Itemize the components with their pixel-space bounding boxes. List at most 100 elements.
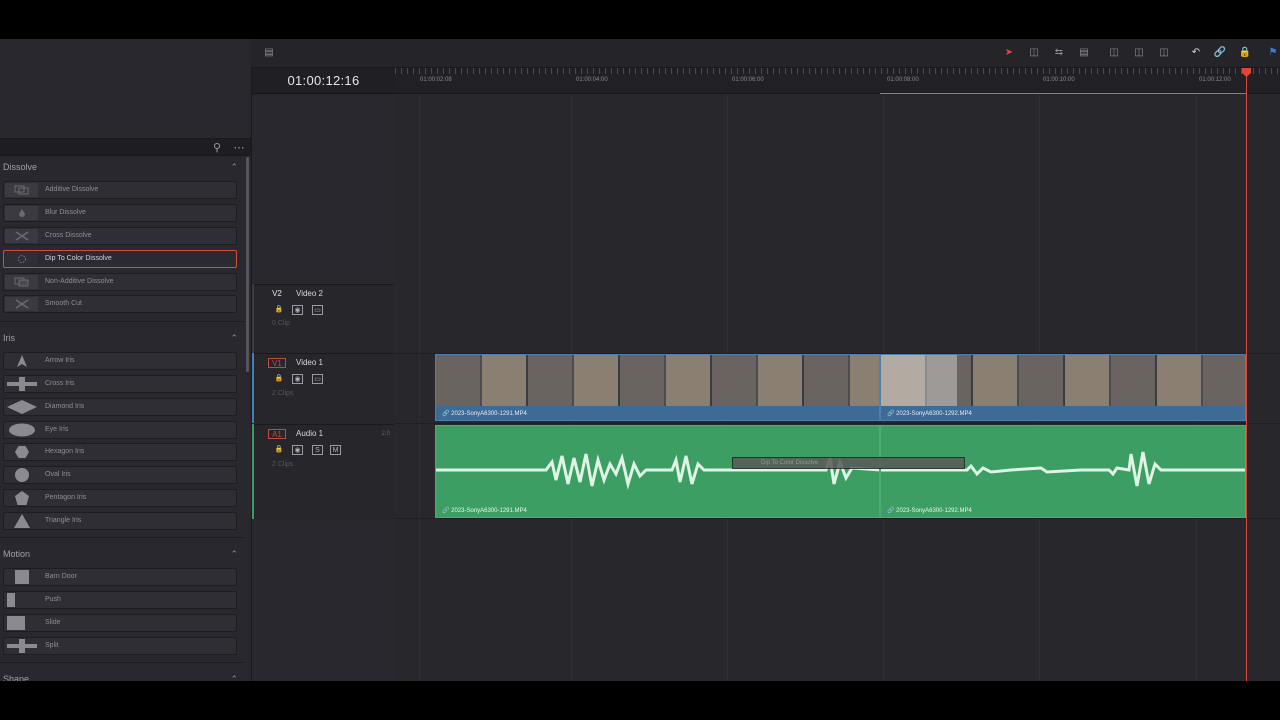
- lock-icon[interactable]: 🔒: [274, 305, 284, 315]
- effects-scrollbar[interactable]: [246, 157, 249, 372]
- disable-track-icon[interactable]: ▭: [312, 374, 323, 384]
- effect-item-hexagon-iris[interactable]: Hexagon Iris: [3, 443, 237, 461]
- timeline-toolbar: ▤ ➤ ◫ ⇆ ▤ ◫ ◫ ◫ ↶ 🔗 🔒 ⚑: [251, 39, 1280, 68]
- clip-count: 0 Clip: [272, 320, 290, 327]
- chevron-up-icon[interactable]: ⌃: [230, 330, 238, 346]
- chevron-up-icon[interactable]: ⌃: [230, 546, 238, 562]
- track-id[interactable]: A1: [268, 429, 286, 439]
- push-icon: [5, 593, 38, 607]
- effect-item-triangle-iris[interactable]: Triangle Iris: [3, 512, 237, 530]
- effect-label: Blur Dissolve: [45, 209, 86, 216]
- replace-clip-icon[interactable]: ◫: [1157, 47, 1171, 59]
- group-title-iris: Iris: [3, 333, 15, 343]
- split-icon: [5, 639, 38, 653]
- clip-count: 2 Clips: [272, 461, 294, 468]
- group-header-dissolve[interactable]: Dissolve ⌃: [0, 159, 244, 175]
- letterbox-bottom: [0, 681, 1280, 720]
- effect-label: Arrow Iris: [45, 357, 75, 364]
- effect-item-push[interactable]: Push: [3, 591, 237, 609]
- slide-icon: [5, 616, 38, 630]
- effect-label: Cross Iris: [45, 380, 75, 387]
- diamond-iris-icon: [5, 400, 38, 414]
- effect-item-blur-dissolve[interactable]: Blur Dissolve: [3, 204, 237, 222]
- effect-item-arrow-iris[interactable]: Arrow Iris: [3, 352, 237, 370]
- effect-item-oval-iris[interactable]: Oval Iris: [3, 466, 237, 484]
- hexagon-iris-icon: [5, 445, 38, 459]
- flag-icon[interactable]: ⚑: [1266, 47, 1280, 59]
- triangle-iris-icon: [5, 514, 38, 528]
- track-header-v1[interactable]: V1 Video 1 🔒 ◉ ▭ 2 Clips: [252, 353, 394, 423]
- clip-filename: 2023-SonyA6300-1291.MP4: [451, 411, 527, 417]
- audio-waveform: [881, 451, 1245, 487]
- overwrite-clip-icon[interactable]: ◫: [1132, 47, 1146, 59]
- lock-icon[interactable]: 🔒: [274, 445, 284, 455]
- effect-label: Cross Dissolve: [45, 232, 92, 239]
- cross-dissolve-icon: [5, 229, 38, 243]
- effect-item-smooth-cut[interactable]: Smooth Cut: [3, 295, 237, 313]
- effect-item-eye-iris[interactable]: Eye Iris: [3, 421, 237, 439]
- lock-icon[interactable]: 🔒: [274, 374, 284, 384]
- track-name[interactable]: Video 1: [296, 358, 323, 368]
- effect-label: Additive Dissolve: [45, 186, 99, 193]
- trim-icon[interactable]: ◫: [1027, 47, 1041, 59]
- effect-label: Eye Iris: [45, 426, 69, 433]
- playhead[interactable]: [1246, 68, 1247, 681]
- effect-item-slide[interactable]: Slide: [3, 614, 237, 632]
- in-out-range: [880, 93, 1246, 94]
- non-additive-dissolve-icon: [5, 275, 38, 289]
- auto-select-icon[interactable]: ◉: [292, 305, 303, 315]
- effect-label: Oval Iris: [45, 471, 71, 478]
- transition-dip-to-color[interactable]: Dip To Color Dissolve: [732, 457, 965, 469]
- video-clip[interactable]: 🔗 2023-SonyA6300-1292.MP4: [880, 354, 1246, 421]
- linked-selection-icon[interactable]: 🔗: [1213, 47, 1227, 59]
- effect-item-non-additive-dissolve[interactable]: Non-Additive Dissolve: [3, 273, 237, 291]
- insert-clip-icon[interactable]: ◫: [1107, 47, 1121, 59]
- selection-arrow-icon[interactable]: ➤: [1002, 47, 1016, 59]
- ruler-ticks: [395, 68, 1280, 74]
- blade-icon[interactable]: ▤: [1077, 47, 1091, 59]
- clip-name: 🔗 2023-SonyA6300-1292.MP4: [887, 506, 972, 516]
- track-header-a1[interactable]: A1 Audio 1 2.0 🔒 ◉ S M 2 Clips: [252, 424, 394, 519]
- current-timecode[interactable]: 01:00:12:16: [252, 68, 395, 94]
- mute-button[interactable]: M: [330, 445, 341, 455]
- grid-line: [419, 94, 420, 681]
- disable-track-icon[interactable]: ▭: [312, 305, 323, 315]
- effect-item-diamond-iris[interactable]: Diamond Iris: [3, 398, 237, 416]
- dynamic-trim-icon[interactable]: ⇆: [1052, 47, 1066, 59]
- chevron-up-icon[interactable]: ⌃: [230, 159, 238, 175]
- effect-item-additive-dissolve[interactable]: Additive Dissolve: [3, 181, 237, 199]
- effect-item-cross-dissolve[interactable]: Cross Dissolve: [3, 227, 237, 245]
- group-header-iris[interactable]: Iris ⌃: [0, 330, 244, 346]
- more-options-icon[interactable]: ⋯: [232, 141, 246, 155]
- effect-label: Barn Door: [45, 573, 77, 580]
- auto-select-icon[interactable]: ◉: [292, 445, 303, 455]
- blur-dissolve-icon: [5, 206, 38, 220]
- effect-item-pentagon-iris[interactable]: Pentagon Iris: [3, 489, 237, 507]
- effect-item-barn-door[interactable]: Barn Door: [3, 568, 237, 586]
- audio-clip[interactable]: 🔗 2023-SonyA6300-1292.MP4: [880, 425, 1246, 518]
- group-divider: [0, 321, 244, 322]
- effect-item-dip-to-color-dissolve[interactable]: Dip To Color Dissolve: [3, 250, 237, 268]
- effect-item-cross-iris[interactable]: Cross Iris: [3, 375, 237, 393]
- lock-icon[interactable]: 🔒: [1238, 47, 1252, 59]
- clip-filename: 2023-SonyA6300-1291.MP4: [451, 508, 527, 514]
- snapping-icon[interactable]: ↶: [1189, 47, 1203, 59]
- track-header-v2[interactable]: V2 Video 2 🔒 ◉ ▭ 0 Clip: [252, 284, 394, 353]
- video-clip[interactable]: 🔗 2023-SonyA6300-1291.MP4: [435, 354, 880, 421]
- link-icon: 🔗: [887, 411, 897, 417]
- search-icon[interactable]: ⚲: [210, 141, 224, 155]
- audio-clip[interactable]: 🔗 2023-SonyA6300-1291.MP4: [435, 425, 880, 518]
- track-name[interactable]: Audio 1: [296, 429, 323, 439]
- timeline-view-icon[interactable]: ▤: [262, 47, 276, 59]
- transition-overlay: [881, 355, 957, 406]
- effect-label: Non-Additive Dissolve: [45, 278, 114, 285]
- track-name[interactable]: Video 2: [296, 289, 323, 299]
- solo-button[interactable]: S: [312, 445, 323, 455]
- barn-door-icon: [5, 570, 38, 584]
- auto-select-icon[interactable]: ◉: [292, 374, 303, 384]
- track-id[interactable]: V1: [268, 358, 286, 368]
- group-header-motion[interactable]: Motion ⌃: [0, 546, 244, 562]
- timeline-ruler[interactable]: 01:00:02:08 01:00:04:00 01:00:06:00 01:0…: [395, 68, 1280, 94]
- effect-item-split[interactable]: Split: [3, 637, 237, 655]
- track-accent-v2: [252, 284, 254, 353]
